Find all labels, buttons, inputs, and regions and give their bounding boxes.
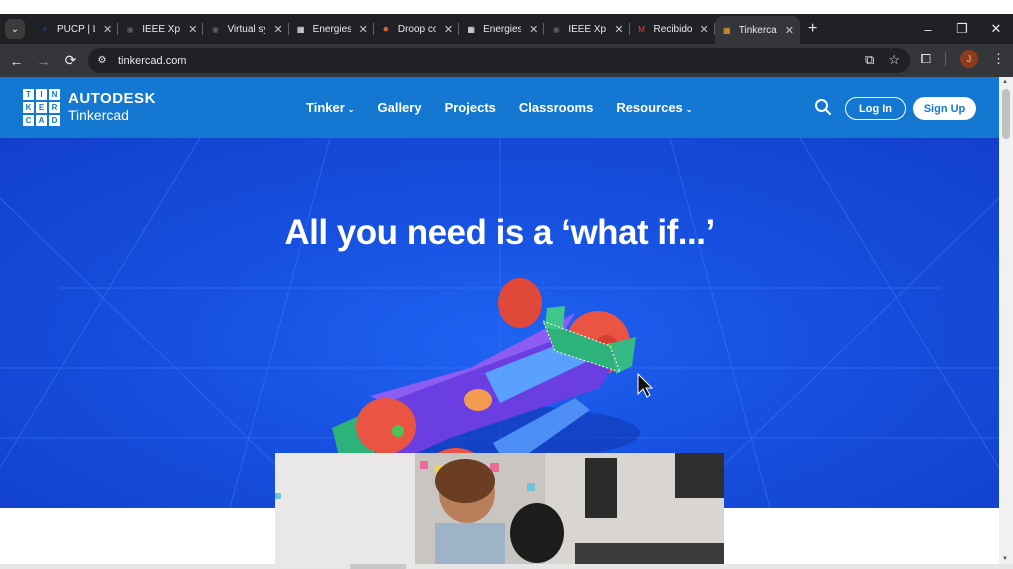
restore-icon[interactable]: ❐ [945,21,979,37]
nav-item-label: Resources [616,100,683,115]
tab-title: IEEE Xplo [568,23,607,35]
nav-item-resources[interactable]: Resources ⌄ [616,100,692,115]
classroom-photo [275,453,724,564]
logo-letter: K [23,102,34,113]
chevron-down-icon: ⌄ [685,105,693,114]
scroll-up-icon[interactable]: ▲ [1002,79,1008,85]
tab-title: Energies | [312,23,351,35]
scrollbar-thumb[interactable] [1002,89,1010,139]
screen-top-strip [0,0,1013,14]
nav-item-label: Classrooms [518,100,594,115]
reload-button[interactable]: ⟳ [57,52,84,69]
hero-title: All you need is a ‘what if...’ [284,213,715,252]
gmail-icon: M [638,24,645,34]
horizontal-scrollbar-thumb[interactable] [350,564,406,569]
tab-search-button[interactable]: ⌄ [5,19,25,39]
search-icon[interactable] [814,98,832,116]
tinkercad-icon: ▦ [722,25,731,35]
page-scrollbar[interactable]: ▲ ▼ [999,77,1013,564]
site-info-icon[interactable]: ⚙ [92,51,112,71]
tab-title: Recibidos [653,23,692,35]
main-nav: Tinker ⌄ Gallery Projects Classrooms Resource… [306,100,693,115]
logo-letter: I [36,89,47,100]
logo-letter: A [36,115,47,126]
browser-tab[interactable]: ▦ Energies | ✕ [289,14,374,44]
mdpi-icon: ▦ [467,24,475,34]
star-icon: ✸ [382,24,390,34]
brand-autodesk: AUTODESK [68,90,156,107]
forward-button[interactable]: → [30,53,57,69]
tab-close-icon[interactable]: ✕ [444,23,453,36]
profile-avatar[interactable]: J [960,50,978,68]
toolbar-divider [945,52,946,66]
tinkercad-logo-icon[interactable]: TIN KER CAD [23,89,60,126]
brand-tinkercad: Tinkercad [68,107,129,123]
web-page: TINKERCAD AUTODESK Tinkercad Tinker ⌄ Gall… [0,77,999,564]
globe-icon: ◉ [211,24,219,34]
globe-icon: ◉ [126,24,134,34]
tab-close-icon[interactable]: ✕ [529,23,538,36]
browser-tab[interactable]: ✸ Droop co ✕ [374,14,460,44]
nav-item-label: Gallery [377,100,422,115]
browser-tab[interactable]: ▦ Energies | ✕ [459,14,545,44]
horizontal-scrollbar[interactable] [0,564,1013,569]
logo-letter: E [36,102,47,113]
tab-title: Virtual sy [227,23,266,35]
minimize-icon[interactable]: – [911,22,945,37]
browser-menu-icon[interactable]: ⋮ [992,51,1005,67]
extensions-icon[interactable]: ⧠ [921,51,931,67]
signup-button[interactable]: Sign Up [913,97,976,120]
nav-item-label: Projects [444,100,496,115]
tab-title: Energies | [483,23,522,35]
scroll-down-icon[interactable]: ▼ [1002,556,1008,562]
new-tab-button[interactable]: + [808,20,817,38]
logo-letter: N [49,89,60,100]
tab-close-icon[interactable]: ✕ [785,24,794,37]
pucp-icon: ✦ [41,24,49,34]
install-app-icon[interactable]: ⧉ [865,52,874,68]
tab-close-icon[interactable]: ✕ [188,23,197,36]
tab-title: Droop co [397,23,436,35]
url-text: tinkercad.com [118,54,187,67]
mouse-cursor-icon [637,372,654,398]
close-window-icon[interactable]: ✕ [979,21,1013,37]
nav-item-projects[interactable]: Projects [445,100,496,115]
logo-letter: R [49,102,60,113]
browser-tab[interactable]: ▦ Tinkercad ✕ [714,16,800,44]
browser-tab[interactable]: ◉ IEEE Xplo ✕ [118,14,204,44]
logo-letter: C [23,115,34,126]
browser-tab[interactable]: ◉ IEEE Xplo ✕ [544,14,630,44]
nav-item-tinker[interactable]: Tinker ⌄ [306,100,354,115]
site-header: TINKERCAD AUTODESK Tinkercad Tinker ⌄ Gall… [0,77,999,138]
window-controls: – ❐ ✕ [911,14,1013,44]
browser-tab[interactable]: M Recibidos ✕ [630,14,715,44]
address-bar[interactable]: ⚙ tinkercad.com ⧉ ☆ [88,48,910,73]
tab-close-icon[interactable]: ✕ [359,23,368,36]
browser-tab-bar: ⌄ ✦ PUCP | Lo ✕ ◉ IEEE Xplo ✕ ◉ Virtual sy ✕ ▦ Ene… [0,14,1013,44]
tab-title: Tinkercad [738,24,777,36]
nav-item-classrooms[interactable]: Classrooms [519,100,593,115]
bookmark-star-icon[interactable]: ☆ [888,52,900,68]
chevron-down-icon: ⌄ [347,105,355,114]
tab-title: IEEE Xplo [142,23,181,35]
browser-tab[interactable]: ◉ Virtual sy ✕ [203,14,289,44]
login-button[interactable]: Log In [845,97,906,120]
tab-close-icon[interactable]: ✕ [614,23,623,36]
globe-icon: ◉ [552,24,560,34]
browser-toolbar: ← → ⟳ ⚙ tinkercad.com ⧉ ☆ ⧠ J ⋮ [0,44,1013,77]
logo-letter: T [23,89,34,100]
nav-item-label: Tinker [306,100,345,115]
tab-close-icon[interactable]: ✕ [273,23,282,36]
logo-letter: D [49,115,60,126]
tab-close-icon[interactable]: ✕ [103,23,112,36]
brand-name[interactable]: AUTODESK Tinkercad [68,90,156,124]
mdpi-icon: ▦ [296,24,305,34]
back-button[interactable]: ← [3,53,30,69]
tab-title: PUCP | Lo [57,23,95,35]
nav-item-gallery[interactable]: Gallery [377,100,421,115]
tab-close-icon[interactable]: ✕ [700,23,709,36]
browser-tab[interactable]: ✦ PUCP | Lo ✕ [33,14,119,44]
